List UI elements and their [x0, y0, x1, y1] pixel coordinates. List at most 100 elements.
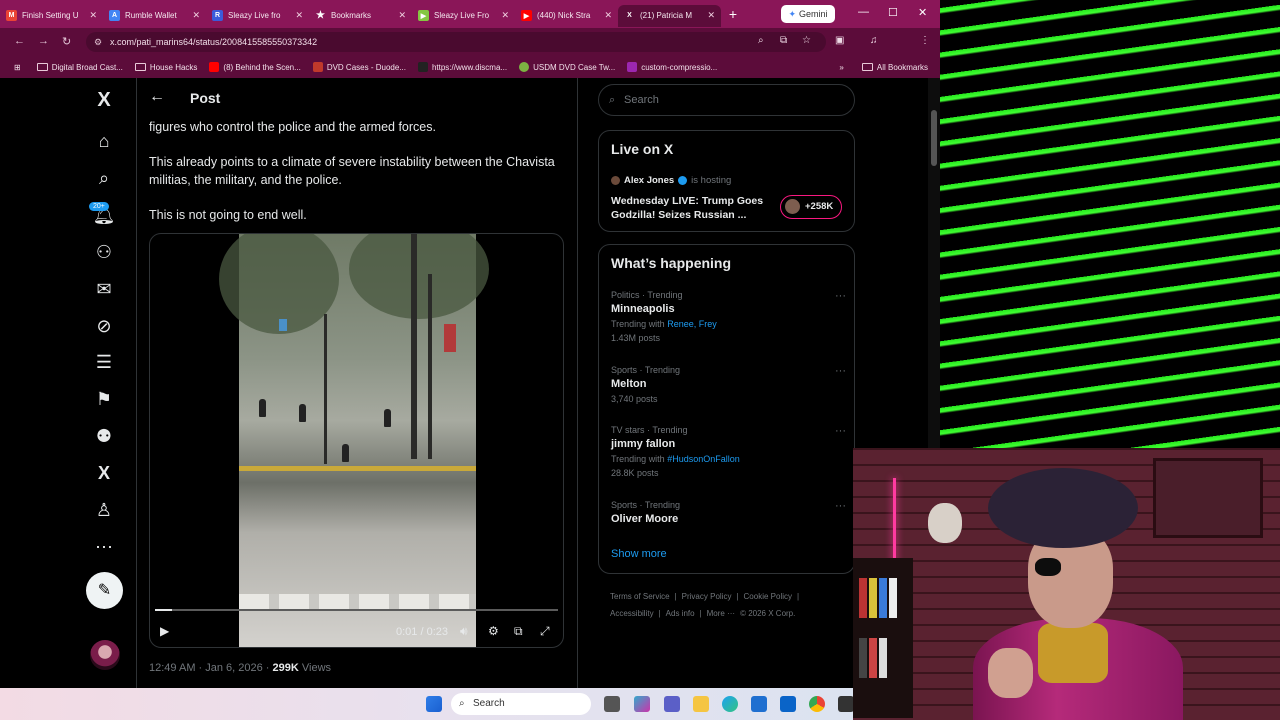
tab-5[interactable]: ▶ Sleazy Live Fro ✕ [412, 5, 515, 27]
bookmark-item[interactable]: Digital Broad Cast... [36, 63, 123, 72]
zoom-icon[interactable]: ⌕ [758, 35, 764, 46]
search-input[interactable]: ⌕ Search [598, 84, 855, 116]
x-page: X ⌂ ⌕ 🔔︎ 20+ ⚇ ✉ ⊘ ☰ ⚑ ⚉ X ♙ ⋯ ✎ figures… [0, 78, 940, 688]
pip-icon[interactable]: ⧉ [514, 624, 523, 639]
bookmarks-icon[interactable]: ⚑ [90, 385, 118, 413]
close-icon[interactable]: ✕ [89, 10, 97, 21]
url-field[interactable]: ⚙ x.com/pati_marins64/status/20084155855… [86, 32, 826, 52]
lists-icon[interactable]: ☰ [90, 348, 118, 376]
listener-avatar [785, 199, 800, 214]
follow-icon[interactable]: ⚇ [90, 238, 118, 266]
close-icon[interactable]: ✕ [398, 10, 406, 21]
task-view-icon[interactable] [604, 696, 620, 712]
home-icon[interactable]: ⌂ [90, 127, 118, 155]
tab-7[interactable]: X (21) Patricia M ✕ [618, 4, 721, 27]
video-player[interactable]: ▶ 0:01 / 0:23 🔊︎ ⚙ ⧉ ⤢ [149, 233, 564, 648]
more-icon[interactable]: ⋯ [90, 533, 118, 561]
trend-item[interactable]: Sports · Trending Melton 3,740 posts ··· [611, 365, 846, 404]
back-button[interactable]: ← [14, 35, 25, 47]
volume-icon[interactable]: 🔊︎ [460, 624, 468, 639]
gemini-button[interactable]: ✦ Gemini [781, 5, 835, 23]
bookshelf [853, 558, 913, 718]
site-icon: R [212, 10, 223, 21]
show-more-link[interactable]: Show more [611, 548, 667, 560]
more-bookmarks-icon[interactable]: » [839, 63, 843, 72]
bookmark-item[interactable]: House Hacks [134, 63, 197, 72]
forward-button[interactable]: → [38, 35, 49, 47]
profile-icon[interactable]: ♙ [90, 496, 118, 524]
windows-start-icon[interactable] [426, 696, 442, 712]
bookmark-item[interactable]: (8) Behind the Scen... [209, 62, 301, 72]
close-icon[interactable]: ✕ [707, 10, 715, 21]
bookmark-star-icon[interactable]: ☆ [802, 35, 811, 46]
tab-6[interactable]: ▶ (440) Nick Stra ✕ [515, 5, 618, 27]
messages-icon[interactable]: ✉ [90, 275, 118, 303]
taskbar-search[interactable]: ⌕ Search [451, 693, 591, 715]
close-icon[interactable]: ✕ [192, 10, 200, 21]
bookmark-item[interactable]: DVD Cases - Duode... [312, 62, 406, 72]
communities-icon[interactable]: ⚉ [90, 422, 118, 450]
listeners-badge[interactable]: +258K [780, 195, 842, 219]
grok-icon[interactable]: ⊘ [90, 312, 118, 340]
premium-icon[interactable]: X [90, 459, 118, 487]
store-icon[interactable] [751, 696, 767, 712]
media-icon[interactable]: ♫ [870, 35, 878, 46]
tab-4[interactable]: ★ Bookmarks ✕ [309, 5, 412, 27]
maximize-button[interactable]: ☐ [888, 6, 898, 19]
rumble-icon: ▶ [418, 10, 429, 21]
minimize-button[interactable]: — [858, 6, 869, 18]
live-host[interactable]: Alex Jones is hosting [611, 175, 731, 186]
x-logo-icon[interactable]: X [90, 86, 118, 114]
app-icon[interactable] [838, 696, 854, 712]
file-explorer-icon[interactable] [693, 696, 709, 712]
compose-post-button[interactable]: ✎ [86, 572, 123, 609]
more-icon[interactable]: ··· [835, 425, 846, 437]
host-avatar [611, 176, 620, 185]
trend-item[interactable]: TV stars · Trending jimmy fallon Trendin… [611, 425, 846, 478]
webcam-overlay [853, 448, 1280, 720]
explore-icon[interactable]: ⌕ [90, 164, 118, 192]
tab-2[interactable]: A Rumble Wallet ✕ [103, 5, 206, 27]
teams-icon[interactable] [664, 696, 680, 712]
gmail-icon: M [6, 10, 17, 21]
close-icon[interactable]: ✕ [501, 10, 509, 21]
play-icon[interactable]: ▶ [160, 624, 169, 638]
copilot-icon[interactable] [634, 696, 650, 712]
edge-icon[interactable] [722, 696, 738, 712]
video-progress[interactable] [155, 609, 558, 611]
close-window-button[interactable]: ✕ [918, 6, 927, 19]
avatar[interactable] [90, 640, 120, 670]
divider [577, 78, 578, 688]
chrome-icon[interactable] [809, 696, 825, 712]
tab-1[interactable]: M Finish Setting U ✕ [0, 5, 103, 27]
broadcast-title[interactable]: Wednesday LIVE: Trump Goes Godzilla! Sei… [611, 194, 776, 222]
tab-3[interactable]: R Sleazy Live fro ✕ [206, 5, 309, 27]
post-timestamp[interactable]: 12:49 AM · Jan 6, 2026 · [149, 662, 273, 674]
scrollbar-thumb[interactable] [931, 110, 937, 166]
bookmark-item[interactable]: custom-compressio... [627, 62, 717, 72]
reload-button[interactable]: ↻ [62, 35, 71, 48]
settings-icon[interactable]: ⚙ [488, 624, 499, 638]
all-bookmarks[interactable]: All Bookmarks [861, 63, 928, 72]
trend-item[interactable]: Sports · Trending Oliver Moore ··· [611, 500, 846, 525]
menu-icon[interactable]: ⋮ [920, 35, 930, 46]
close-icon[interactable]: ✕ [295, 10, 303, 21]
more-icon[interactable]: ··· [835, 365, 846, 377]
more-icon[interactable]: ··· [835, 290, 846, 302]
new-tab-button[interactable]: + [721, 6, 745, 22]
more-icon[interactable]: ··· [835, 500, 846, 512]
side-panel-icon[interactable]: ▣ [835, 35, 844, 46]
verified-icon [678, 176, 688, 185]
bookmark-item[interactable]: https://www.discma... [417, 62, 507, 72]
video-progress-fill [155, 609, 173, 611]
mail-icon[interactable] [780, 696, 796, 712]
site-info-icon[interactable]: ⚙ [94, 32, 102, 52]
install-icon[interactable]: ⧉ [780, 35, 787, 46]
fullscreen-icon[interactable]: ⤢ [540, 624, 550, 639]
bookmarks-bar: ⊞ Digital Broad Cast... House Hacks (8) … [0, 56, 940, 78]
apps-icon[interactable]: ⊞ [14, 63, 21, 72]
back-arrow-icon[interactable]: ← [149, 88, 165, 106]
close-icon[interactable]: ✕ [604, 10, 612, 21]
trend-item[interactable]: Politics · Trending Minneapolis Trending… [611, 290, 846, 343]
bookmark-item[interactable]: USDM DVD Case Tw... [519, 62, 615, 72]
